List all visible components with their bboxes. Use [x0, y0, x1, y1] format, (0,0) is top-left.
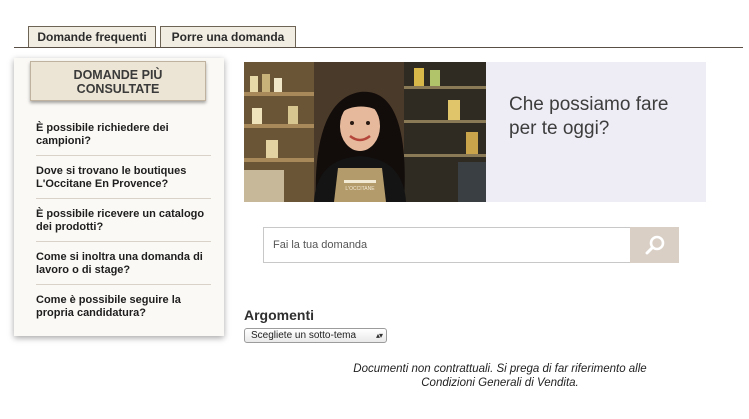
search-button[interactable]	[630, 227, 679, 263]
faq-link-boutiques[interactable]: Dove si trovano le boutiques L'Occitane …	[36, 156, 211, 199]
select-arrows-icon: ▴▾	[375, 331, 383, 340]
sidebar-heading: DOMANDE PIÙ CONSULTATE	[30, 61, 206, 101]
question-search-input[interactable]	[263, 227, 630, 263]
faq-link-job-application[interactable]: Come si inoltra una domanda di lavoro o …	[36, 242, 211, 285]
faq-link-samples[interactable]: È possibile richiedere dei campioni?	[36, 113, 211, 156]
subtopic-select[interactable]: Scegliete un sotto-tema ▴▾	[244, 328, 387, 343]
shop-assistant-illustration: L'OCCITANE	[244, 62, 486, 202]
banner-photo: L'OCCITANE	[244, 62, 486, 202]
topics-title: Argomenti	[244, 307, 314, 323]
search-icon	[645, 235, 665, 255]
apron-logo: L'OCCITANE	[345, 186, 375, 192]
faq-link-application-status[interactable]: Come è possibile seguire la propria cand…	[36, 285, 211, 328]
tab-faq[interactable]: Domande frequenti	[28, 26, 156, 47]
subtopic-select-value: Scegliete un sotto-tema	[251, 330, 357, 341]
faq-link-catalog[interactable]: È possibile ricevere un catalogo dei pro…	[36, 199, 211, 242]
banner-headline: Che possiamo fare per te oggi?	[509, 94, 669, 139]
faq-list: È possibile richiedere dei campioni? Dov…	[36, 113, 211, 328]
banner-text-panel: Che possiamo fare per te oggi?	[486, 62, 706, 202]
disclaimer-text: Documenti non contrattuali. Si prega di …	[353, 363, 647, 389]
tab-ask-question[interactable]: Porre una domanda	[160, 26, 296, 47]
faq-sidebar: DOMANDE PIÙ CONSULTATE È possibile richi…	[14, 58, 224, 336]
tab-divider	[14, 47, 743, 48]
